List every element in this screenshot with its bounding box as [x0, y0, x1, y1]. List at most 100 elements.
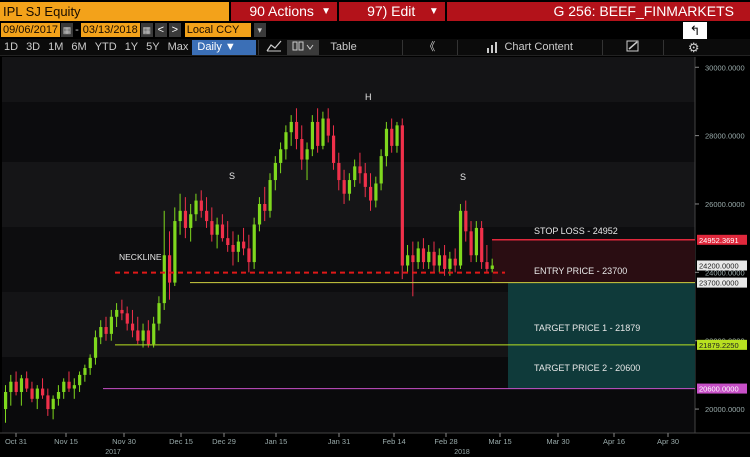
candle-body	[205, 210, 209, 222]
period-1m[interactable]: 1M	[44, 40, 67, 55]
candle-body	[331, 135, 336, 163]
candle-body	[83, 368, 87, 375]
candle-body	[215, 224, 219, 235]
candle-body	[120, 309, 124, 314]
candle-body	[125, 313, 129, 324]
candle-body	[46, 395, 50, 410]
candle-body	[178, 210, 182, 222]
candle-body	[300, 139, 304, 160]
stop-price-tag: 24952.3691	[699, 236, 739, 245]
candle-body	[226, 238, 230, 245]
candle-body	[88, 357, 92, 369]
period-1d[interactable]: 1D	[0, 40, 22, 55]
candle-body	[342, 180, 346, 194]
x-tick-label: Jan 15	[265, 437, 288, 446]
ticker-field[interactable]: IPL SJ Equity	[0, 1, 230, 21]
candle-body	[305, 149, 309, 160]
prev-period-button[interactable]: <	[154, 23, 167, 37]
candle-body	[199, 200, 203, 211]
candle-body	[289, 121, 293, 133]
period-max[interactable]: Max	[164, 40, 193, 55]
candle-body	[189, 214, 193, 228]
candle-body	[9, 381, 13, 392]
candle-body	[326, 118, 330, 136]
period-5y[interactable]: 5Y	[142, 40, 163, 55]
candle-body	[247, 248, 251, 263]
actions-label: 90 Actions	[249, 2, 314, 19]
edit-label: 97) Edit	[367, 2, 416, 19]
annotate-icon[interactable]	[605, 40, 661, 55]
candle-body	[453, 258, 457, 266]
candle-body	[464, 210, 468, 232]
candle-body	[337, 162, 341, 181]
candle-body	[384, 128, 389, 157]
currency-select[interactable]: Local CCY	[184, 23, 251, 37]
period-6m[interactable]: 6M	[67, 40, 90, 55]
candle-body	[374, 183, 378, 201]
candle-body	[284, 132, 288, 150]
chart-content-label: Chart Content	[504, 40, 573, 53]
candle-body	[252, 224, 256, 263]
end-date-field[interactable]: 03/13/2018	[80, 23, 140, 37]
candle-body	[363, 173, 367, 187]
y-tick-label: 20000.0000	[705, 405, 745, 414]
start-date-field[interactable]: 09/06/2017	[1, 23, 61, 37]
candle-body	[448, 258, 452, 269]
year-label: 2018	[454, 449, 470, 456]
candle-body	[109, 316, 113, 334]
candle-body	[358, 166, 362, 174]
candle-body	[51, 398, 55, 410]
candle-body	[474, 227, 479, 256]
actions-menu-button[interactable]: 90 Actions ▼	[231, 1, 338, 21]
background-band	[2, 57, 695, 102]
period-3d[interactable]: 3D	[22, 40, 44, 55]
chart-toolbar: 1D 3D 1M 6M YTD 1Y 5Y Max Daily ▼ Table 《 Chart…	[0, 39, 750, 56]
head-label: H	[365, 92, 372, 102]
candle-body	[458, 210, 463, 266]
next-period-button[interactable]: >	[168, 23, 181, 37]
period-1y[interactable]: 1Y	[121, 40, 142, 55]
candle-body	[390, 128, 394, 146]
candle-body	[30, 388, 34, 399]
candle-body	[310, 121, 315, 150]
candle-body	[490, 265, 494, 269]
candle-body	[268, 180, 272, 211]
table-button[interactable]: Table	[325, 40, 361, 55]
candle-body	[469, 231, 473, 256]
candle-body	[379, 156, 383, 184]
background-band	[2, 162, 695, 227]
candle-body	[231, 245, 235, 252]
interval-select[interactable]: Daily ▼	[192, 39, 257, 55]
candle-body	[437, 255, 441, 266]
x-tick-label: Oct 31	[5, 437, 27, 446]
title-bar: IPL SJ Equity 90 Actions ▼ 97) Edit ▼ G …	[0, 0, 750, 21]
calendar-icon[interactable]: ▦	[61, 23, 74, 37]
entry-price-tag: 23700.0000	[699, 279, 739, 288]
candle-body	[167, 255, 172, 283]
candle-body	[136, 330, 140, 341]
y-tick-label: 30000.0000	[705, 63, 745, 72]
edit-menu-button[interactable]: 97) Edit ▼	[339, 1, 445, 21]
x-tick-label: Feb 14	[382, 437, 405, 446]
chart-content-button[interactable]: Chart Content	[460, 40, 600, 55]
x-tick-label: Apr 16	[603, 437, 625, 446]
candle-body	[19, 378, 24, 392]
candle-body	[353, 166, 357, 181]
candle-body	[93, 337, 98, 358]
x-tick-label: Apr 30	[657, 437, 679, 446]
candle-body	[162, 255, 166, 304]
chevron-down-icon[interactable]: ▾	[253, 23, 266, 37]
gear-icon[interactable]: ⚙	[666, 40, 722, 55]
collapse-back-button[interactable]: 《	[405, 40, 455, 55]
x-tick-label: Dec 29	[212, 437, 236, 446]
calendar-icon[interactable]: ▦	[140, 23, 153, 37]
candle-body	[194, 200, 198, 215]
candle-body	[14, 381, 18, 392]
x-tick-label: Jan 31	[328, 437, 351, 446]
chart-style-select[interactable]	[287, 39, 320, 55]
undo-icon[interactable]: ↰	[683, 22, 707, 39]
line-chart-icon[interactable]	[261, 40, 287, 55]
period-ytd[interactable]: YTD	[91, 40, 121, 55]
candle-body	[411, 255, 415, 263]
chevron-down-icon: ▼	[321, 5, 332, 17]
